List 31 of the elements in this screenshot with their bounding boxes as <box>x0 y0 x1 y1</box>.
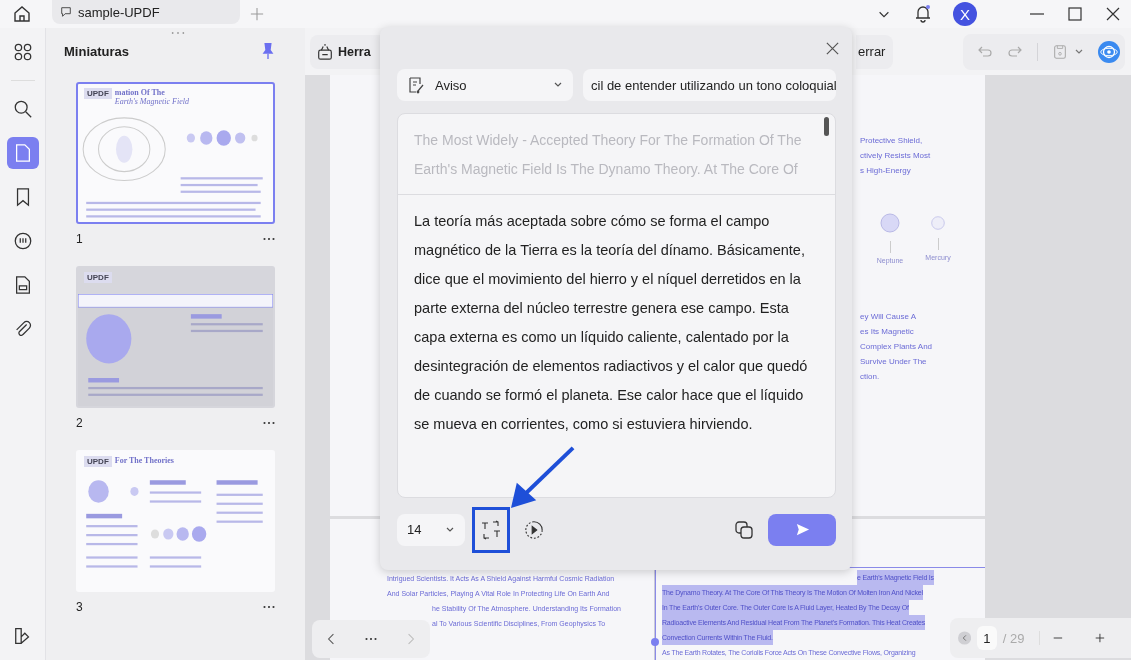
document-text: es Its Magnetic <box>860 326 915 338</box>
document-text: s High-Energy <box>860 165 912 177</box>
thumbnail-heading: mation Of The <box>114 88 166 97</box>
document-text: ey Will Cause A <box>860 311 918 323</box>
page-number: 3 <box>76 600 83 614</box>
result-text: La teoría más aceptada sobre cómo se forma el campo magnético de la Tierra es la teoría del dínamo. Básicamente, dice que el movimiento del hierro y el níquel derretidos en la parte externa del núcleo terrestre genera ese campo. Esta capa externa es como un líquido caliente, calentado por la desintegración de elementos radiactivos y el calor que quedó de cuando se formó el planeta. Ese calor hace que el líquido se mueva en corrientes, como si estuviera hirviendo. <box>413 212 809 434</box>
document-text: Complex Plants And <box>860 341 934 353</box>
tools-button[interactable]: Herra <box>310 34 380 69</box>
document-tab[interactable]: sample-UPDF <box>52 0 240 24</box>
page-number-field[interactable]: 1 <box>977 626 997 650</box>
prompt-field[interactable]: cil de entender utilizando un tono coloquial <box>583 69 836 101</box>
page-number: 1 <box>76 232 83 246</box>
logo: UPDF <box>84 456 112 467</box>
page-number: 2 <box>76 416 83 430</box>
mode-dropdown[interactable]: Aviso <box>397 69 573 101</box>
page-thumbnail[interactable]: UPDF mation Of The Earth's Magnetic Field <box>76 82 275 224</box>
logo: UPDF <box>84 88 112 99</box>
logo: UPDF <box>84 272 112 283</box>
page-total: / 29 <box>1002 630 1025 646</box>
page-thumbnail[interactable]: UPDF For The Theories <box>76 450 275 592</box>
page-thumbnail[interactable]: UPDF <box>76 266 275 408</box>
document-text: Protective Shield, <box>860 135 924 147</box>
user-avatar[interactable]: X <box>953 2 977 26</box>
font-size-dropdown[interactable]: 14 <box>397 513 465 546</box>
thumbnail-heading: For The Theories <box>114 456 174 465</box>
close-tools-button[interactable]: errar <box>856 34 894 69</box>
document-text: Survive Under The <box>860 356 928 368</box>
thumbnail-heading: Earth's Magnetic Field <box>114 97 189 106</box>
document-text: ctively Resists Most <box>860 150 932 162</box>
panel-title: Miniaturas <box>64 43 129 59</box>
document-text: ction. <box>860 371 881 383</box>
